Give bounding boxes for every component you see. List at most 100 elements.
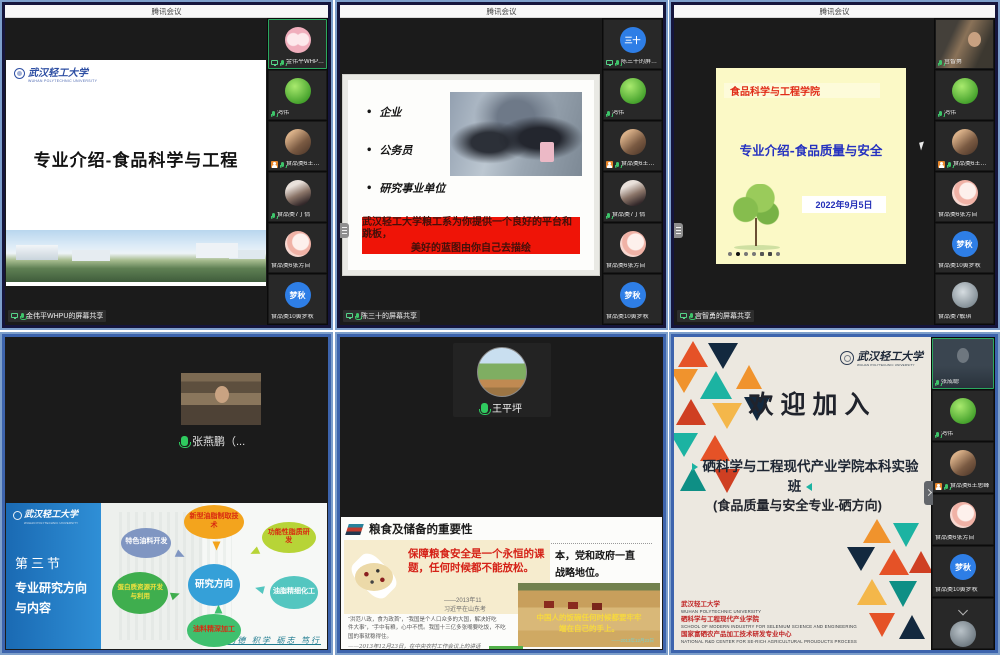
meeting-window-5-frame: 王平坪 粮食及储备的重要性 保障粮食安全是一个永恒的课题，任何时候都不能放松。 <box>337 334 666 653</box>
mic-icon <box>281 60 284 65</box>
participant-tile[interactable]: 梦秋 食品类10黄梦秋 <box>932 546 994 597</box>
participant-tile[interactable]: 金伟平WHPU的屏幕... <box>268 19 327 69</box>
participant-tile[interactable]: 食品类6王思峰 <box>603 121 662 171</box>
participant-name: 食品类10黄梦秋 <box>271 314 314 321</box>
meeting-window-4: 张燕鹏（... 武汉轻工大学 WUHAN POLYTECHNIC UNIVERS… <box>0 332 333 655</box>
participant-tile[interactable]: 鸿伟 <box>268 70 327 120</box>
slide-title: 欢迎加入 <box>714 385 911 421</box>
mic-icon <box>272 111 275 116</box>
participant-tile[interactable]: 食品类6王思峰 <box>268 121 327 171</box>
participant-name: 鸿伟 <box>944 110 956 117</box>
participant-name: 宫智勇 <box>944 59 962 66</box>
participant-tile[interactable]: 食品类6王思峰 <box>932 442 994 493</box>
participant-tile[interactable]: 张成聪 <box>932 338 994 389</box>
participant-tile[interactable]: 食品类6张芳自 <box>603 223 662 273</box>
slide-title: 专业介绍-食品科学与工程 <box>6 146 266 171</box>
university-name-en: WUHAN POLYTECHNIC UNIVERSITY <box>28 79 97 83</box>
participants-sidebar: 三十 陈三十的屏幕共享 鸿伟 食品类6王思峰 食品类7丁倩 <box>602 18 663 325</box>
university-motto: 明德 积学 砺志 笃行 <box>227 635 321 646</box>
avatar <box>620 129 646 155</box>
university-seal-icon <box>14 68 25 79</box>
participant-tile[interactable]: 鸿伟 <box>935 70 994 120</box>
banner-line-2: 美好的蓝图由你自己去描绘 <box>411 243 531 255</box>
participant-tile[interactable]: 食品类6王思峰 <box>935 121 994 171</box>
wheat-field-photo: 中国人的饭碗任何时候都要牢牢 端在自己的手上。 ——2013年12月23日 <box>518 583 660 647</box>
bullet-item: 公务员 <box>366 142 445 158</box>
meeting-window-4-frame: 张燕鹏（... 武汉轻工大学 WUHAN POLYTECHNIC UNIVERS… <box>2 334 331 653</box>
avatar <box>620 231 646 257</box>
avatar <box>285 78 311 104</box>
window-titlebar: 腾讯会议 <box>340 5 663 18</box>
shared-screen-area: 王平坪 粮食及储备的重要性 保障粮食安全是一个永恒的课题，任何时候都不能放松。 <box>340 337 663 650</box>
participants-sidebar: 宫智勇 鸿伟 食品类6王思峰 食品类6张芳自 梦秋 <box>934 18 995 325</box>
participant-tile[interactable]: 食品类7敏琪 <box>935 274 994 324</box>
speaker-name: 张燕鹏（... <box>192 433 245 449</box>
diagram-center-bubble: 研究方向 <box>188 564 240 606</box>
speaker-video-thumbnail[interactable] <box>181 373 261 425</box>
university-logo: 武汉轻工大学 WUHAN POLYTECHNIC UNIVERSITY <box>14 68 97 83</box>
slide-left-panel: 武汉轻工大学 WUHAN POLYTECHNIC UNIVERSITY 第三节 … <box>6 503 101 649</box>
slide-card: 企业 公务员 研究事业单位 武汉轻工大学粮工系为你提供一个良好的平台和跳板， 美… <box>348 80 594 270</box>
share-label: 陈三十的屏幕共享 <box>361 311 417 321</box>
section-title-line-1: 专业研究方向 <box>15 579 87 596</box>
participant-tile[interactable]: 梦秋 食品类10黄梦秋 <box>268 274 327 324</box>
chevron-down-icon[interactable] <box>958 606 968 616</box>
slide-body-text: 本，党和政府一直 战略地位。 <box>555 548 635 582</box>
participant-tile[interactable]: 三十 陈三十的屏幕共享 <box>603 19 662 69</box>
mic-icon <box>607 111 610 116</box>
screen-share-icon <box>271 60 278 65</box>
presenter-toolbar[interactable] <box>728 252 780 256</box>
university-name-en: WUHAN POLYTECHNIC UNIVERSITY <box>857 363 923 367</box>
meeting-main: 武汉轻工大学 WUHAN POLYTECHNIC UNIVERSITY 专业介绍… <box>5 18 328 325</box>
member-badge-icon <box>938 161 945 168</box>
slide-subtitle-2: (食品质量与安全专业-硒方向) <box>684 495 911 514</box>
paragraph-attribution: ——2013年12月23日，在中央农村工作会议上的讲话 <box>348 643 506 649</box>
participant-tile[interactable] <box>932 598 994 649</box>
sidebar-collapse-handle[interactable] <box>924 481 933 505</box>
slide-date: 2022年9月5日 <box>802 196 886 213</box>
meeting-window-6-frame: 武汉轻工大学 WUHAN POLYTECHNIC UNIVERSITY 欢迎加入… <box>671 334 998 653</box>
screen-share-icon <box>346 313 353 318</box>
participant-tile[interactable]: 食品类6张芳自 <box>268 223 327 273</box>
mic-icon <box>690 313 693 318</box>
participant-name: 食品类6王思峰 <box>953 161 992 168</box>
participant-tile[interactable]: 鸿伟 <box>603 70 662 120</box>
member-badge-icon <box>606 161 613 168</box>
participant-name: 食品类6王思峰 <box>286 161 325 168</box>
participant-tile[interactable]: 食品类7丁倩 <box>603 172 662 222</box>
participant-tile[interactable]: 食品类6张芳自 <box>935 172 994 222</box>
participant-tile[interactable]: 梦秋 食品类10黄梦秋 <box>935 223 994 273</box>
meeting-window-3-frame: 腾讯会议 食品科学与工程学院 专业介绍-食品质量与安全 2022年9月5日 <box>671 2 998 328</box>
avatar <box>620 180 646 206</box>
participant-tile[interactable]: 食品类7丁倩 <box>268 172 327 222</box>
participant-tile[interactable]: 梦秋 食品类10黄梦秋 <box>603 274 662 324</box>
meeting-main: 张燕鹏（... 武汉轻工大学 WUHAN POLYTECHNIC UNIVERS… <box>5 337 328 650</box>
speaker-tile[interactable]: 王平坪 <box>453 343 551 417</box>
meeting-window-1: 腾讯会议 武汉轻工大学 WUHAN POLYTECHNIC UNIVERSITY… <box>0 0 333 330</box>
participant-name: 食品类6王思峰 <box>950 483 989 490</box>
shared-screen-area: 食品科学与工程学院 专业介绍-食品质量与安全 2022年9月5日 宫智勇的屏幕共… <box>674 18 934 325</box>
university-name-cn: 武汉轻工大学 <box>857 351 923 363</box>
speaker-name-label: 张燕鹏（... <box>181 433 245 449</box>
slide-subtitle: 硒科学与工程现代产业学院本科实验班 <box>684 455 921 495</box>
meeting-window-5: 王平坪 粮食及储备的重要性 保障粮食安全是一个永恒的课题，任何时候都不能放松。 <box>335 332 668 655</box>
meeting-main: 武汉轻工大学 WUHAN POLYTECHNIC UNIVERSITY 欢迎加入… <box>674 337 995 650</box>
tree-graphic <box>728 184 786 250</box>
participant-tile[interactable]: 鸿伟 <box>932 390 994 441</box>
avatar: 梦秋 <box>952 231 978 257</box>
participant-tile[interactable]: 食品类6张芳自 <box>932 494 994 545</box>
sidebar-collapse-handle[interactable] <box>674 223 683 238</box>
sidebar-collapse-handle[interactable] <box>340 223 349 238</box>
mic-icon <box>939 60 942 65</box>
participant-tile[interactable]: 宫智勇 <box>935 19 994 69</box>
university-seal-icon <box>13 511 22 520</box>
slide-research-directions: 武汉轻工大学 WUHAN POLYTECHNIC UNIVERSITY 第三节 … <box>6 503 327 649</box>
red-banner: 武汉轻工大学粮工系为你提供一个良好的平台和跳板， 美好的蓝图由你自己去描绘 <box>362 217 580 254</box>
university-logo: 武汉轻工大学 WUHAN POLYTECHNIC UNIVERSITY <box>13 511 78 525</box>
screen-share-icon <box>680 313 687 318</box>
participant-name: 张成聪 <box>941 379 959 386</box>
avatar <box>950 398 976 424</box>
participant-name: 金伟平WHPU的屏幕... <box>286 59 325 66</box>
arrow-icon <box>212 542 220 551</box>
participant-name: 食品类10黄梦秋 <box>606 314 649 321</box>
